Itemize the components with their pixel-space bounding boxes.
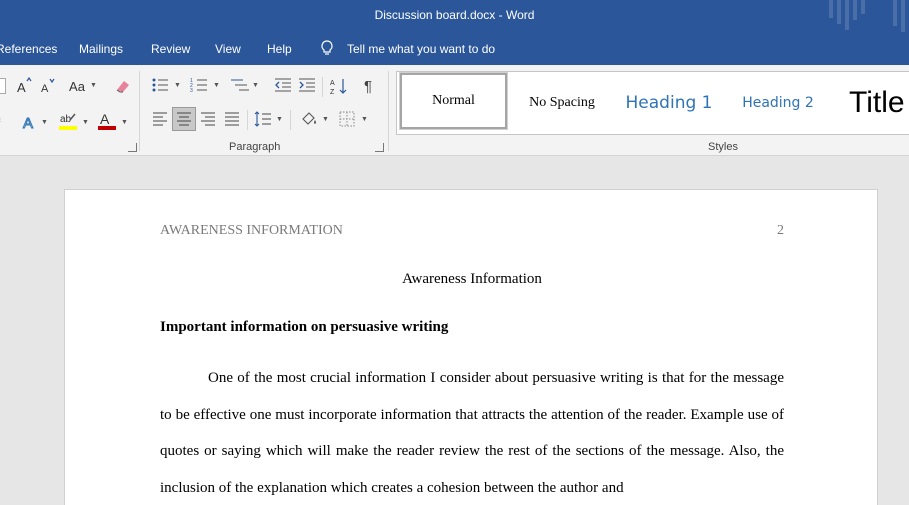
document-title: Awareness Information <box>402 271 542 287</box>
title-bar-decoration <box>829 0 905 32</box>
tab-references[interactable]: References <box>0 42 57 56</box>
chevron-down-icon: ▼ <box>121 119 128 126</box>
increase-indent-icon[interactable] <box>297 76 317 94</box>
group-separator <box>290 110 291 130</box>
body-paragraph: One of the most crucial information I co… <box>160 370 784 497</box>
tab-view[interactable]: View <box>215 42 241 56</box>
tab-review[interactable]: Review <box>151 42 190 56</box>
window-title: Discussion board.docx - Word <box>374 8 535 22</box>
ribbon-tabs: References Mailings Review View Help Tel… <box>0 32 909 65</box>
chevron-down-icon: ▼ <box>361 116 368 123</box>
highlight-color-icon[interactable]: ab <box>58 110 78 132</box>
show-formatting-icon[interactable]: ¶ <box>359 76 377 96</box>
svg-text:A: A <box>41 83 49 95</box>
title-bar: Discussion board.docx - Word <box>0 0 909 32</box>
tab-help[interactable]: Help <box>267 42 292 56</box>
running-header: AWARENESS INFORMATION <box>160 223 343 238</box>
styles-group-label: Styles <box>708 141 738 153</box>
chevron-down-icon: ▼ <box>322 116 329 123</box>
chevron-down-icon: ▼ <box>41 119 48 126</box>
font-color-icon[interactable]: A <box>97 110 117 132</box>
paragraph-dialog-launcher[interactable] <box>375 143 384 152</box>
document-page[interactable]: AWARENESS INFORMATION 2 Awareness Inform… <box>64 189 878 505</box>
group-separator <box>139 71 140 151</box>
shrink-font-icon[interactable]: A <box>40 76 56 96</box>
chevron-down-icon: ▼ <box>252 82 259 89</box>
style-normal[interactable]: Normal <box>399 72 508 130</box>
group-separator <box>388 71 389 151</box>
line-spacing-icon[interactable] <box>253 109 273 129</box>
text-effects-icon[interactable]: A <box>20 112 40 133</box>
shading-icon[interactable] <box>298 109 320 129</box>
svg-text:A: A <box>330 80 335 87</box>
style-heading-1[interactable]: Heading 1 <box>619 72 719 134</box>
svg-text:Z: Z <box>330 89 335 95</box>
svg-text:A: A <box>100 111 110 127</box>
section-heading: Important information on persuasive writ… <box>160 319 449 335</box>
svg-text:A: A <box>23 115 33 132</box>
svg-text:3: 3 <box>190 88 193 93</box>
group-separator <box>247 110 248 130</box>
numbering-icon[interactable]: 123 <box>189 76 209 94</box>
chevron-down-icon: ▼ <box>213 82 220 89</box>
align-center-icon[interactable] <box>172 107 196 131</box>
borders-icon[interactable] <box>337 109 357 129</box>
style-title[interactable]: Title <box>849 72 909 134</box>
justify-icon[interactable] <box>222 109 242 129</box>
tab-mailings[interactable]: Mailings <box>79 42 123 56</box>
bullets-icon[interactable] <box>150 76 170 94</box>
svg-text:A: A <box>17 80 26 95</box>
document-canvas[interactable]: AWARENESS INFORMATION 2 Awareness Inform… <box>0 156 909 505</box>
align-right-icon[interactable] <box>198 109 218 129</box>
multilevel-list-icon[interactable] <box>228 76 250 94</box>
style-heading-2[interactable]: Heading 2 <box>735 72 821 134</box>
page-number: 2 <box>777 223 784 238</box>
paragraph-group-label: Paragraph <box>229 141 281 153</box>
sort-icon[interactable]: AZ <box>329 76 349 96</box>
ribbon: A A Aa ▼ ² A ▼ ab ▼ A ▼ ▼ 123 ▼ ▼ AZ ¶ <box>0 65 909 156</box>
chevron-down-icon: ▼ <box>90 82 97 89</box>
grow-font-icon[interactable]: A <box>16 76 32 96</box>
clear-formatting-icon[interactable] <box>113 76 133 96</box>
style-no-spacing[interactable]: No Spacing <box>517 72 607 134</box>
group-separator <box>322 77 323 97</box>
align-left-icon[interactable] <box>150 109 170 129</box>
chevron-down-icon: ▼ <box>276 116 283 123</box>
chevron-down-icon: ▼ <box>82 119 89 126</box>
lightbulb-icon[interactable] <box>320 40 334 56</box>
chevron-down-icon: ▼ <box>174 82 181 89</box>
font-size-box[interactable] <box>0 78 6 94</box>
decrease-indent-icon[interactable] <box>273 76 293 94</box>
font-dialog-launcher[interactable] <box>128 143 137 152</box>
superscript-icon[interactable]: ² <box>0 113 4 129</box>
change-case-button[interactable]: Aa <box>67 77 87 95</box>
tell-me-search[interactable]: Tell me what you want to do <box>347 42 495 56</box>
styles-gallery: Normal No Spacing Heading 1 Heading 2 Ti… <box>396 71 909 135</box>
